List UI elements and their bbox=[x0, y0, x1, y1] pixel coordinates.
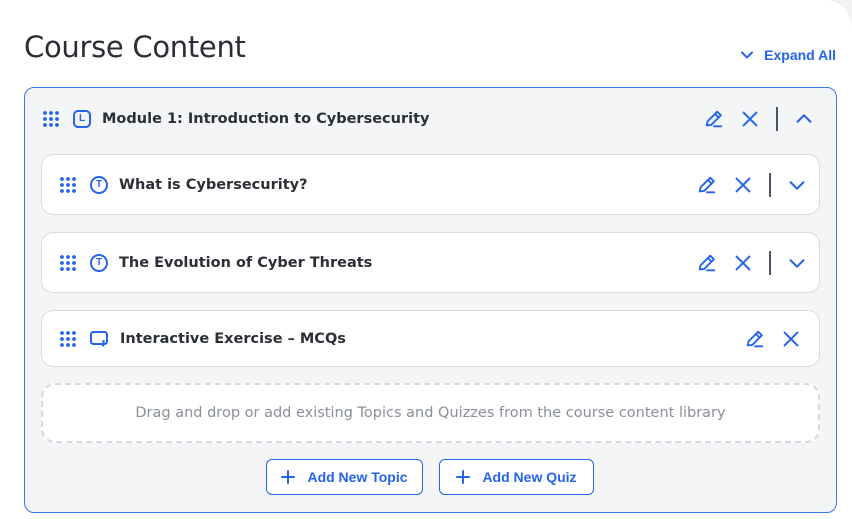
module-actions bbox=[696, 88, 822, 150]
add-new-quiz-button[interactable]: Add New Quiz bbox=[439, 459, 594, 495]
chevron-up-icon bbox=[796, 114, 812, 123]
plus-icon bbox=[456, 470, 471, 484]
drag-handle-icon[interactable] bbox=[58, 253, 78, 273]
module-header: L Module 1: Introduction to Cybersecurit… bbox=[25, 88, 836, 150]
divider bbox=[769, 172, 771, 197]
expand-all-label: Expand All bbox=[764, 47, 836, 63]
topic-icon: T bbox=[90, 175, 108, 194]
topic-actions bbox=[689, 155, 815, 214]
lesson-icon: L bbox=[73, 110, 91, 128]
dropzone-text: Drag and drop or add existing Topics and… bbox=[135, 405, 726, 421]
divider bbox=[776, 107, 778, 131]
remove-module-button[interactable] bbox=[732, 101, 768, 137]
quiz-actions bbox=[737, 311, 809, 366]
expand-all-button[interactable]: Expand All bbox=[740, 47, 836, 63]
quiz-title: Interactive Exercise – MCQs bbox=[120, 330, 346, 347]
drag-handle-icon[interactable] bbox=[41, 109, 61, 129]
chevron-down-icon bbox=[789, 180, 805, 190]
close-icon bbox=[735, 177, 751, 192]
remove-topic-button[interactable] bbox=[725, 167, 761, 203]
quiz-row[interactable]: Interactive Exercise – MCQs bbox=[41, 310, 820, 367]
edit-module-button[interactable] bbox=[696, 101, 732, 137]
quiz-icon bbox=[89, 329, 109, 349]
add-new-quiz-label: Add New Quiz bbox=[482, 469, 577, 485]
topic-actions bbox=[689, 233, 815, 292]
pencil-icon bbox=[746, 330, 764, 347]
chevron-down-icon bbox=[741, 51, 754, 59]
pencil-icon bbox=[698, 176, 716, 193]
drag-handle-icon[interactable] bbox=[58, 175, 78, 195]
plus-icon bbox=[281, 470, 296, 484]
page-title: Course Content bbox=[24, 30, 246, 64]
drag-handle-icon[interactable] bbox=[58, 329, 78, 349]
topic-icon: T bbox=[90, 253, 108, 272]
topic-row[interactable]: T What is Cybersecurity? bbox=[41, 154, 820, 215]
close-icon bbox=[735, 255, 751, 270]
add-new-topic-label: Add New Topic bbox=[307, 469, 408, 485]
edit-quiz-button[interactable] bbox=[737, 321, 773, 357]
expand-topic-button[interactable] bbox=[779, 167, 815, 203]
edit-topic-button[interactable] bbox=[689, 245, 725, 281]
course-content-panel: Course Content Expand All L Module 1: In… bbox=[0, 0, 852, 519]
pencil-icon bbox=[705, 110, 723, 128]
topic-title: What is Cybersecurity? bbox=[119, 176, 308, 193]
remove-quiz-button[interactable] bbox=[773, 321, 809, 357]
close-icon bbox=[783, 331, 799, 346]
remove-topic-button[interactable] bbox=[725, 245, 761, 281]
collapse-module-button[interactable] bbox=[786, 101, 822, 137]
dropzone[interactable]: Drag and drop or add existing Topics and… bbox=[41, 383, 820, 443]
chevron-down-icon bbox=[789, 258, 805, 268]
expand-topic-button[interactable] bbox=[779, 245, 815, 281]
topic-row[interactable]: T The Evolution of Cyber Threats bbox=[41, 232, 820, 293]
module-card: L Module 1: Introduction to Cybersecurit… bbox=[24, 87, 837, 513]
add-new-topic-button[interactable]: Add New Topic bbox=[266, 459, 423, 495]
edit-topic-button[interactable] bbox=[689, 167, 725, 203]
divider bbox=[769, 250, 771, 275]
module-title: Module 1: Introduction to Cybersecurity bbox=[102, 111, 430, 127]
close-icon bbox=[742, 111, 758, 127]
topic-title: The Evolution of Cyber Threats bbox=[119, 254, 373, 271]
pencil-icon bbox=[698, 254, 716, 271]
